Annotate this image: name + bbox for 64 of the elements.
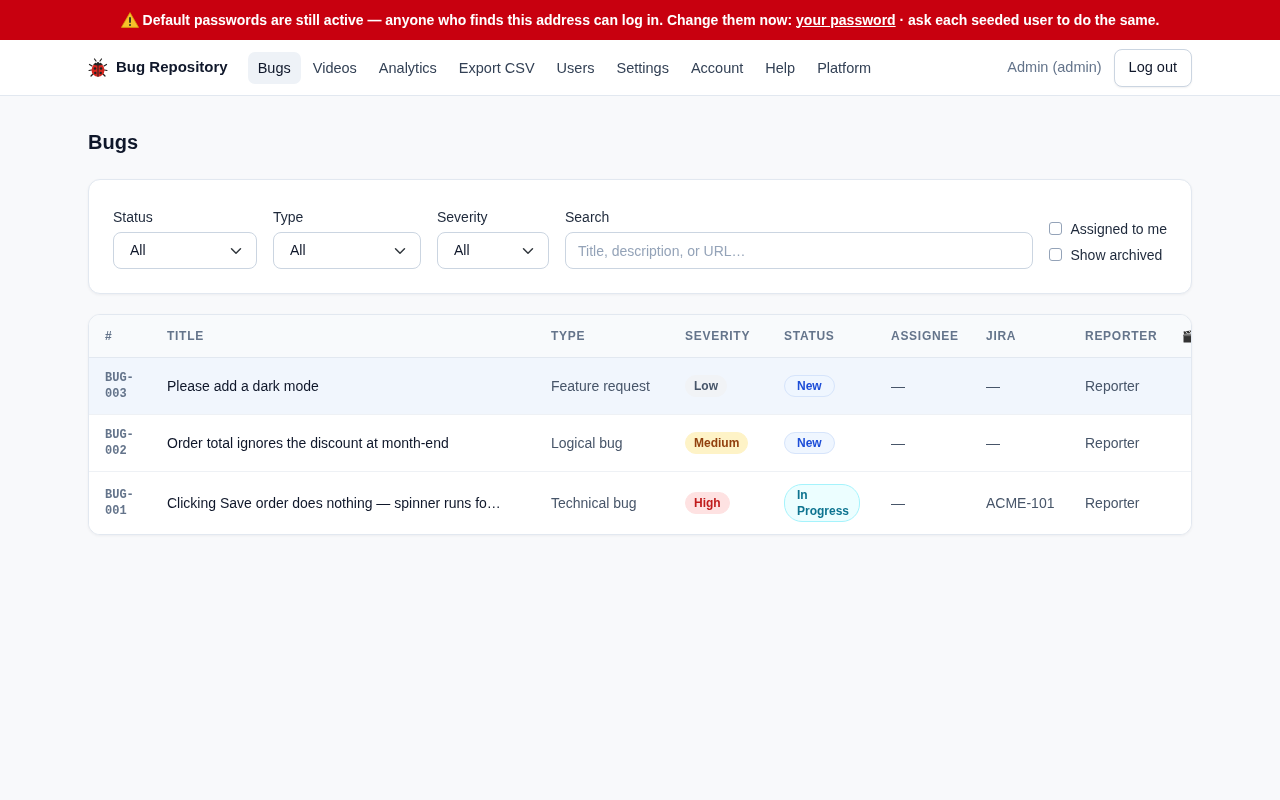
table-cell: — [986, 377, 1000, 394]
table-cell: Technical bug [551, 494, 637, 511]
nav-link[interactable]: Export CSV [448, 51, 545, 84]
nav-link[interactable]: Account [680, 51, 754, 84]
column-header: SEVERITY [669, 315, 768, 358]
column-header: # [89, 315, 151, 358]
bug-title: Order total ignores the discount at month-end [167, 434, 449, 451]
bug-id: BUG-003 [105, 370, 134, 402]
nav-link[interactable]: Videos [302, 51, 367, 84]
table-cell: Reporter [1085, 494, 1140, 511]
severity-badge: Low [685, 375, 727, 397]
severity-badge: High [685, 492, 730, 514]
table-cell: Reporter [1085, 377, 1140, 394]
field-label: Status [113, 208, 154, 226]
bug-title: Clicking Save order does nothing — spinner runs fo… [167, 494, 501, 511]
filter-select[interactable]: All [113, 232, 257, 269]
status-badge: New [784, 375, 835, 397]
column-header: REPORTER [1069, 315, 1167, 358]
checkbox[interactable] [1048, 222, 1062, 235]
nav-link[interactable]: Analytics [368, 51, 447, 84]
table-cell: — [891, 434, 905, 451]
column-header: STATUS [768, 315, 875, 358]
page-title: Bugs [88, 130, 139, 154]
nav-link[interactable]: Settings [606, 51, 679, 84]
severity-badge: Medium [685, 432, 749, 454]
ladybug-logo-icon [88, 57, 108, 78]
warning-message: Default passwords are still active — anyone who finds this address can log in. Change them now: your password · ask each seeded user to do the same. [142, 10, 1160, 30]
table-row[interactable]: BUG-002 Order total ignores the discount at month-end Logical bug Medium New — — Reporter [89, 414, 1191, 472]
table-cell: — [891, 494, 905, 511]
checkbox-label: Show archived [1070, 245, 1163, 265]
table-cell: Reporter [1085, 434, 1140, 451]
status-badge: New [784, 432, 835, 454]
status-badge: In Progress [784, 484, 860, 522]
field-label: Severity [437, 208, 489, 226]
logout-button[interactable]: Log out [1113, 48, 1192, 87]
column-header: ASSIGNEE [875, 315, 970, 358]
table-row[interactable]: BUG-001 Clicking Save order does nothing — spinner runs fo… Technical bug High In Progress — ACME-101 Reporter [89, 471, 1191, 534]
search-field[interactable]: Title, description, or URL… [565, 232, 1033, 269]
table-cell: ACME-101 [986, 494, 1055, 511]
table-cell: — [891, 377, 905, 394]
filter-select[interactable]: All [273, 232, 421, 269]
checkbox-label: Assigned to me [1070, 219, 1167, 239]
nav-link[interactable]: Help [755, 51, 806, 84]
table-cell: Feature request [551, 377, 650, 394]
bug-id: BUG-001 [105, 487, 134, 519]
brand-name: Bug Repository [116, 57, 228, 78]
bug-id: BUG-002 [105, 427, 134, 459]
filter-select[interactable]: All [437, 232, 549, 269]
column-header: TITLE [151, 315, 535, 358]
bug-title: Please add a dark mode [167, 377, 319, 394]
warning-icon [120, 12, 139, 28]
table-cell: Logical bug [551, 434, 623, 451]
field-label: Search [565, 208, 611, 226]
checkbox[interactable] [1048, 248, 1062, 261]
column-header: JIRA [970, 315, 1069, 358]
column-header: TYPE [535, 315, 669, 358]
field-label: Type [273, 208, 305, 226]
table-row[interactable]: BUG-003 Please add a dark mode Feature request Low New — — Reporter [89, 357, 1191, 415]
table-cell: — [986, 434, 1000, 451]
password-link[interactable]: your password [796, 11, 896, 28]
nav-link[interactable]: Bugs [247, 51, 301, 84]
nav-link[interactable]: Platform [807, 51, 882, 84]
user-name: Admin (admin) [1007, 57, 1102, 77]
nav-link[interactable]: Users [546, 51, 605, 84]
